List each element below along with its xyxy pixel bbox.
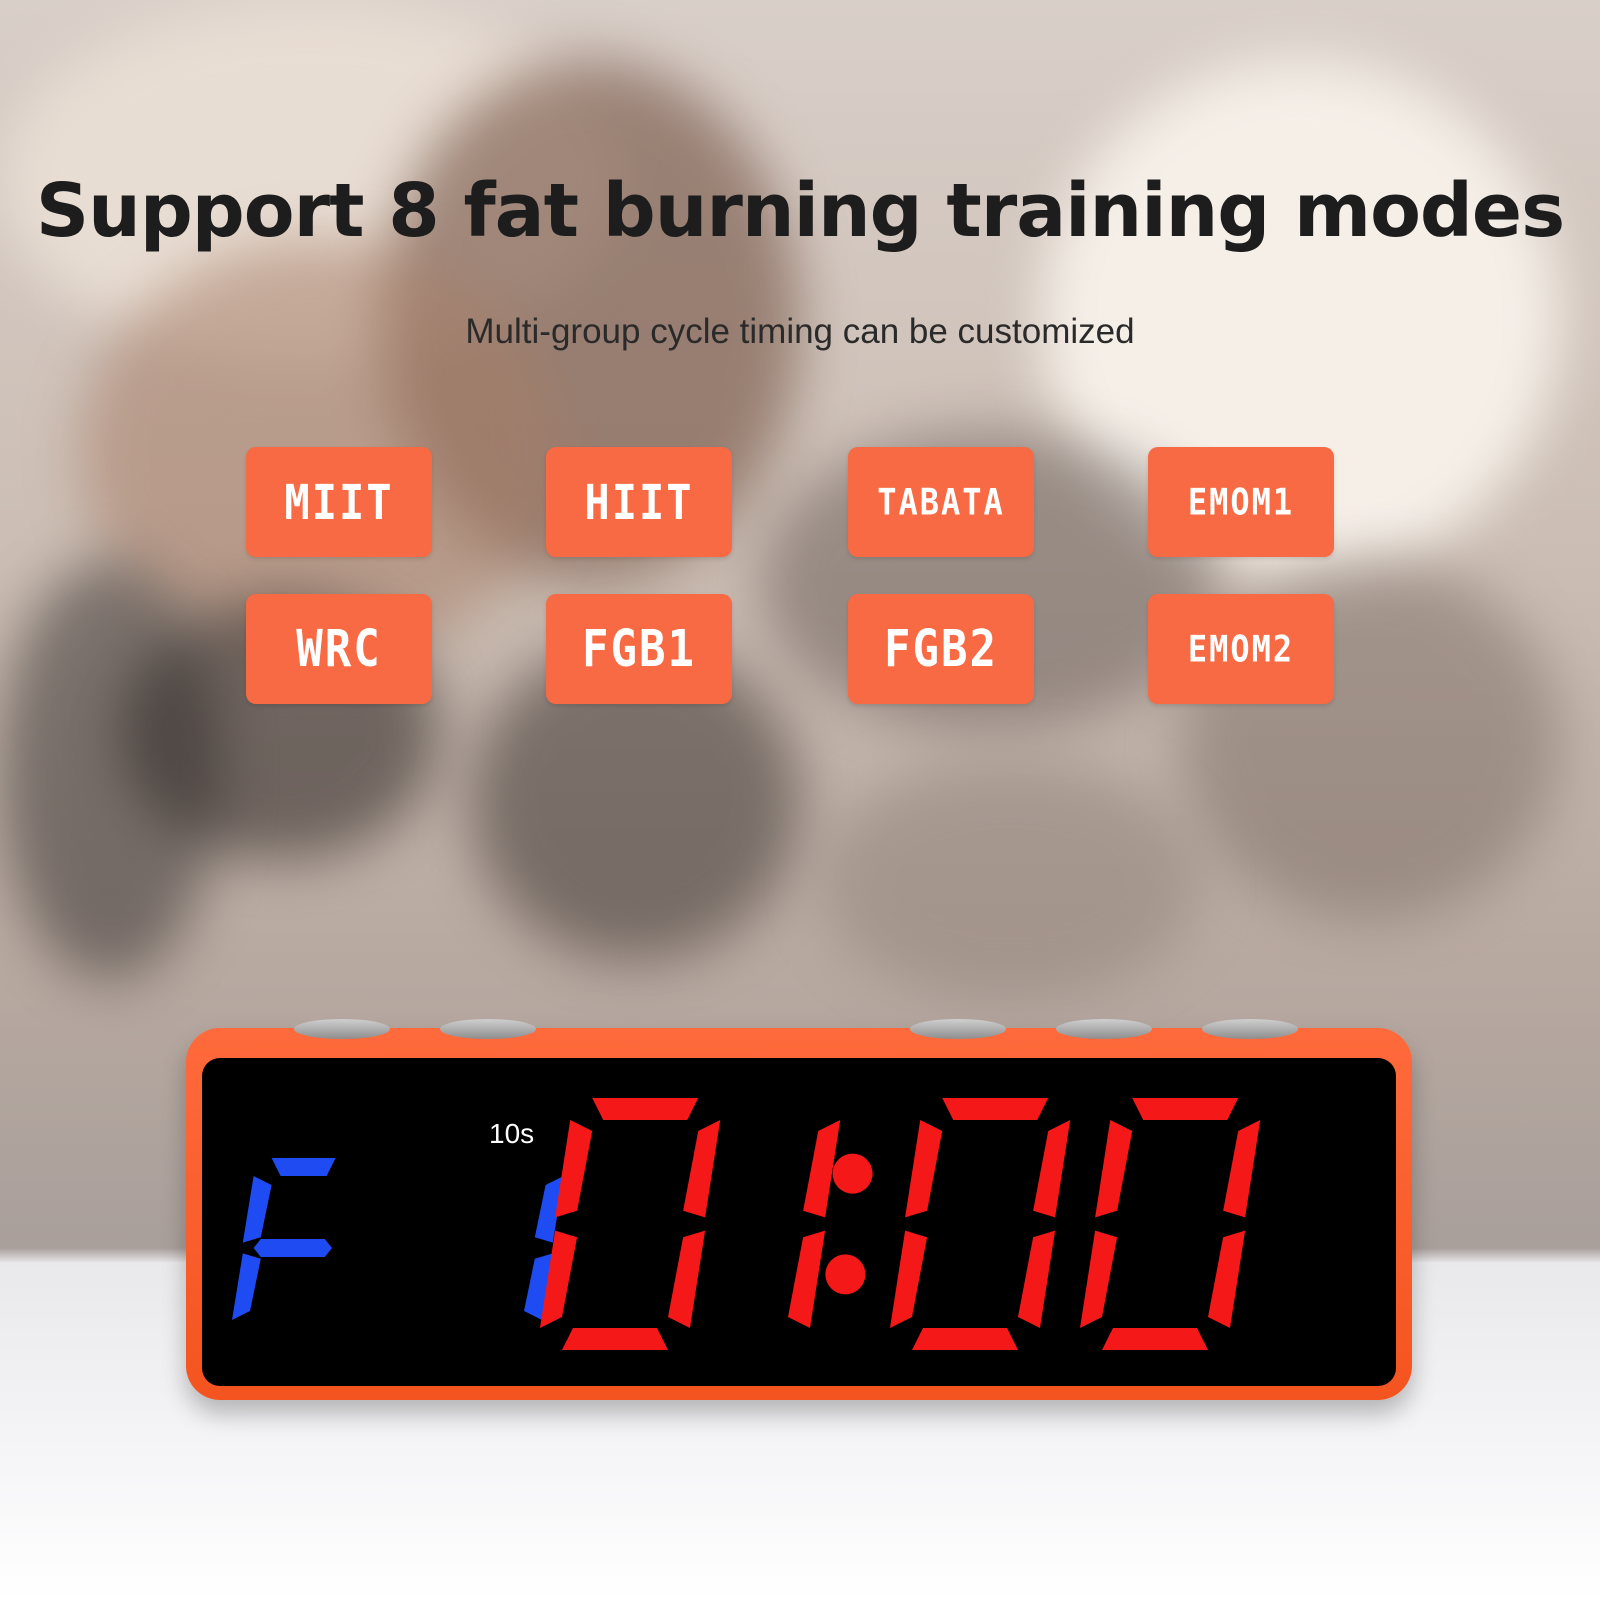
led-segment-f	[905, 1120, 943, 1218]
led-segment-b	[1223, 1120, 1261, 1218]
mode-label: TABATA	[877, 480, 1005, 524]
led-colon-dot	[825, 1254, 866, 1295]
led-segment-a	[942, 1098, 1049, 1120]
led-segment-c	[1018, 1230, 1056, 1328]
device-button-3[interactable]	[910, 1019, 1006, 1039]
mode-label: EMOM2	[1187, 627, 1295, 671]
device-button-4[interactable]	[1056, 1019, 1152, 1039]
led-segment-e	[1080, 1230, 1118, 1328]
mode-label: MIIT	[284, 473, 394, 531]
mode-badge-miit: MIIT	[246, 447, 432, 557]
led-segment-c	[788, 1230, 826, 1328]
led-segment-d	[912, 1328, 1018, 1350]
page-subtitle: Multi-group cycle timing can be customiz…	[465, 312, 1135, 351]
led-display: 10s	[202, 1058, 1396, 1386]
mode-label: WRC	[296, 619, 382, 679]
led-segment-a	[592, 1098, 699, 1120]
mode-badge-fgb2: FGB2	[848, 594, 1034, 704]
led-segment-f	[555, 1120, 593, 1218]
mode-badge-fgb1: FGB1	[546, 594, 732, 704]
device-button-2[interactable]	[440, 1019, 536, 1039]
led-digits	[232, 1098, 1261, 1350]
mode-badge-tabata: TABATA	[848, 447, 1034, 557]
mode-label: HIIT	[584, 473, 694, 531]
mode-badge-hiit: HIIT	[546, 447, 732, 557]
mode-label: FGB2	[884, 619, 998, 679]
led-segment-b	[683, 1120, 721, 1218]
mode-label: FGB1	[582, 619, 696, 679]
device-button-1[interactable]	[294, 1019, 390, 1039]
led-segment-a	[271, 1158, 336, 1176]
page-title: Support 8 fat burning training modes	[35, 168, 1565, 254]
led-segment-g	[253, 1239, 332, 1257]
mode-badge-emom2: EMOM2	[1148, 594, 1334, 704]
mode-badge-emom1: EMOM1	[1148, 447, 1334, 557]
interval-label: 10s	[489, 1118, 535, 1149]
led-colon-dot	[832, 1153, 873, 1194]
device-button-5[interactable]	[1202, 1019, 1298, 1039]
led-segment-d	[1102, 1328, 1208, 1350]
mode-badge-wrc: WRC	[246, 594, 432, 704]
led-segment-d	[562, 1328, 668, 1350]
mode-label: EMOM1	[1187, 480, 1295, 524]
led-segment-e	[890, 1230, 928, 1328]
led-segment-f	[242, 1176, 272, 1243]
led-segment-e	[232, 1253, 261, 1320]
led-segment-b	[1033, 1120, 1071, 1218]
gym-timer-device: 10s	[186, 1019, 1412, 1400]
led-segment-c	[668, 1230, 706, 1328]
led-segment-a	[1132, 1098, 1239, 1120]
led-segment-c	[1208, 1230, 1246, 1328]
led-segment-f	[1095, 1120, 1133, 1218]
